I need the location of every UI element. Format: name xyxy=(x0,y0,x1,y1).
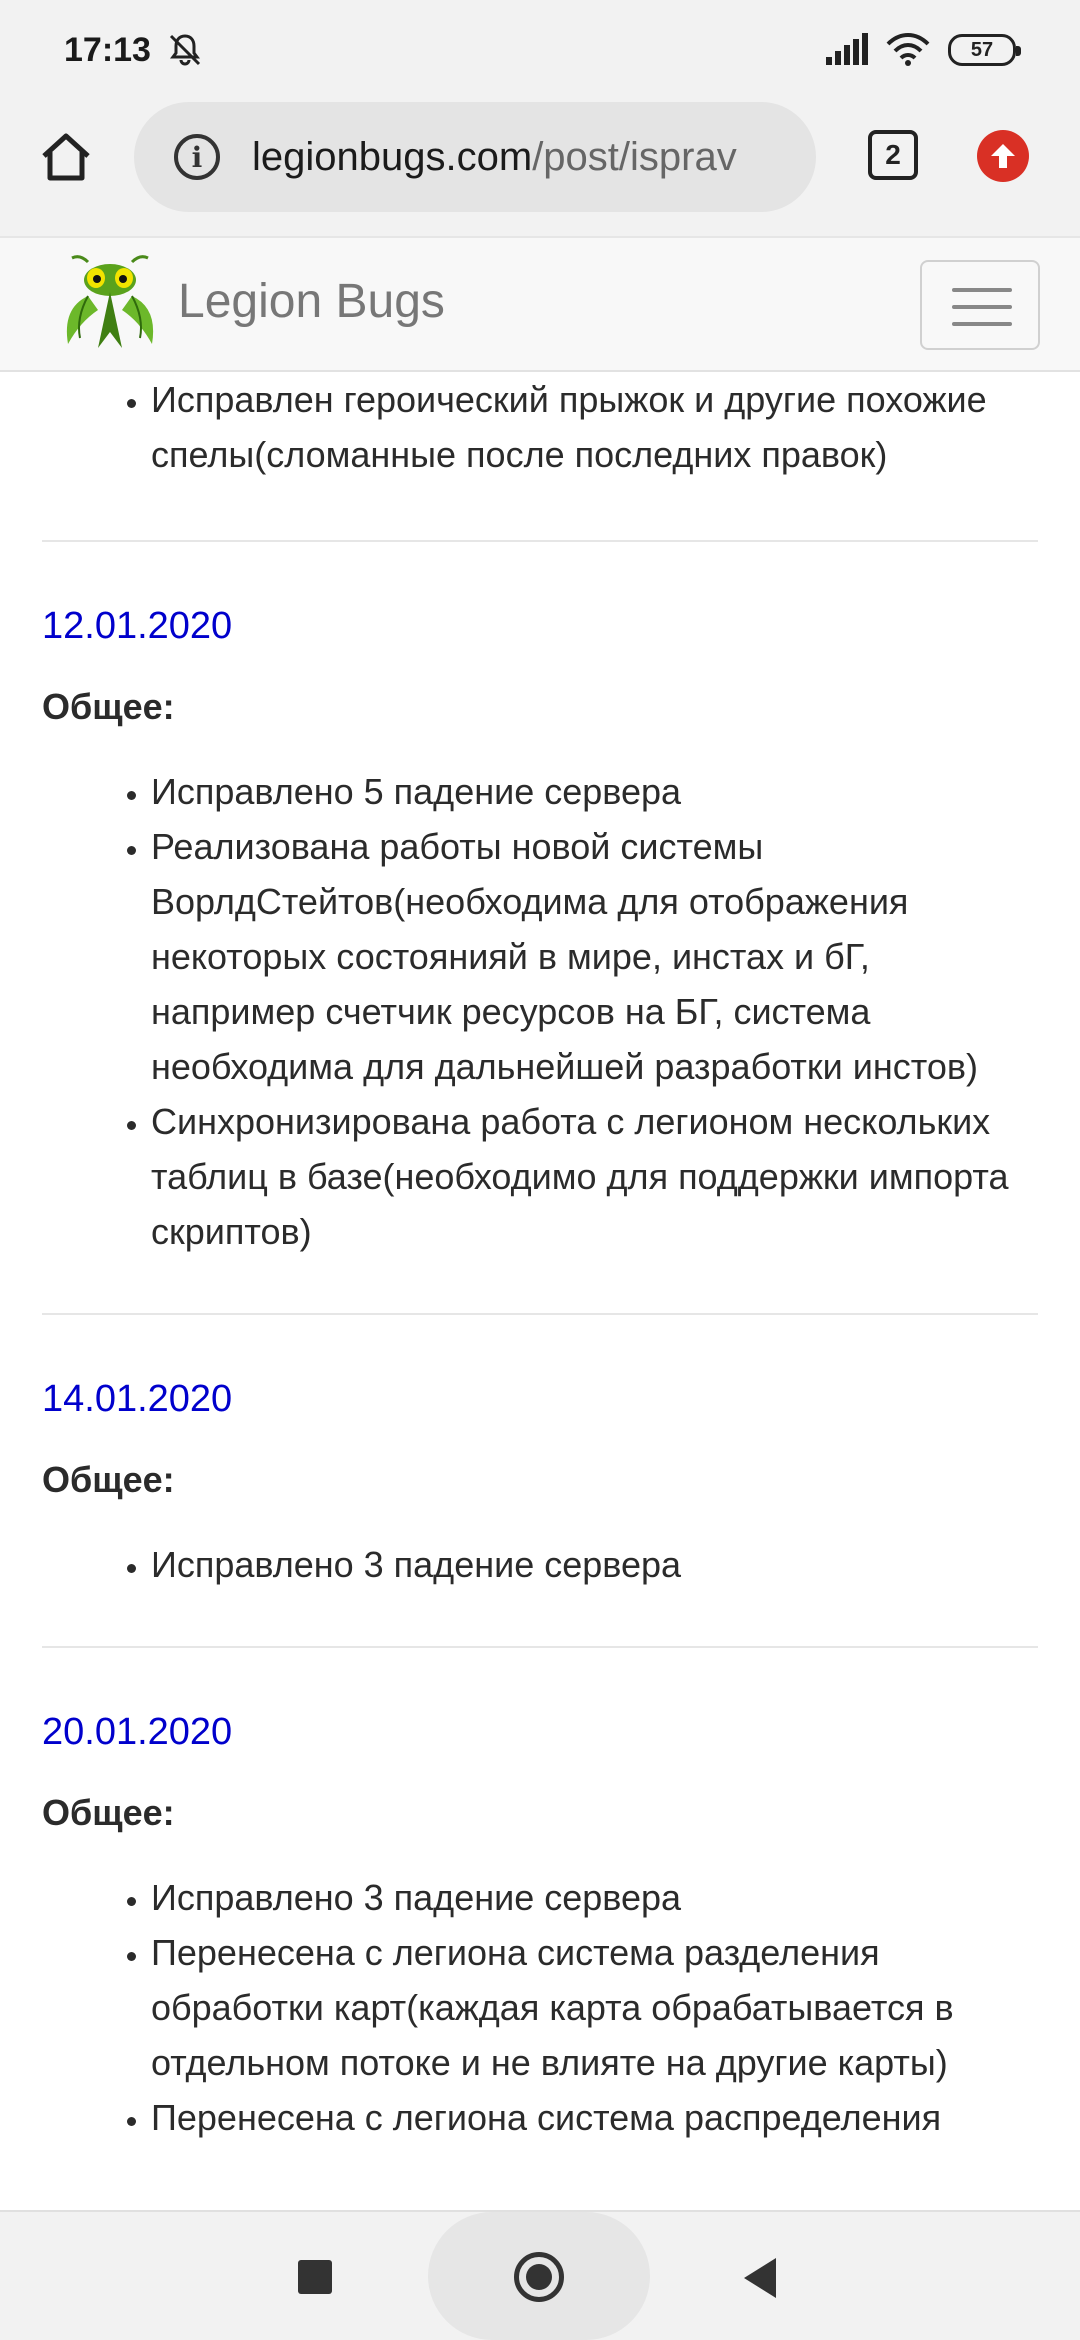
status-icons: 57 xyxy=(824,32,1021,68)
entry-section-title: Общее: xyxy=(42,686,175,727)
menu-bar xyxy=(952,288,1012,292)
list-item: Исправлено 3 падение сервера xyxy=(151,1870,1038,1925)
list-item: Перенесена с легиона система распределен… xyxy=(151,2090,1038,2145)
browser-toolbar: i legionbugs.com/post/isprav 2 xyxy=(0,100,1080,236)
entry-date: 20.01.2020 xyxy=(42,1711,233,1753)
changelog-entry: 20.01.2020 Общее: Исправлено 3 падение с… xyxy=(42,1706,1038,2199)
entry-items: Исправлен героический прыжок и другие по… xyxy=(42,372,1038,482)
home-circle-icon[interactable] xyxy=(514,2252,564,2302)
home-icon[interactable] xyxy=(38,128,94,184)
entry-section-title: Общее: xyxy=(42,1459,175,1500)
battery-level: 57 xyxy=(970,38,994,61)
address-bar[interactable]: i legionbugs.com/post/isprav xyxy=(134,102,816,212)
entry-section-title: Общее: xyxy=(42,1792,175,1833)
list-item: Исправлен героический прыжок и другие по… xyxy=(151,372,1038,482)
menu-bar xyxy=(952,305,1012,309)
changelog-entry: 12.01.2020 Общее: Исправлено 5 падение с… xyxy=(42,600,1038,1315)
back-triangle-icon[interactable] xyxy=(740,2256,780,2300)
status-bar: 17:13 57 xyxy=(0,0,1080,100)
hamburger-menu-icon[interactable] xyxy=(920,260,1040,350)
list-item: Синхронизирована работа с легионом неско… xyxy=(151,1094,1038,1259)
list-item: Перенесена с легиона система разделения … xyxy=(151,1925,1038,2090)
url-domain: legionbugs.com xyxy=(252,134,533,179)
entry-items: Исправлено 5 падение сервера Реализована… xyxy=(42,764,1038,1313)
changelog-content: Исправлен героический прыжок и другие по… xyxy=(0,372,1080,2210)
tabs-icon[interactable]: 2 xyxy=(868,130,918,180)
entry-items: Исправлено 3 падение сервера xyxy=(42,1537,1038,1646)
changelog-entry: 14.01.2020 Общее: Исправлено 3 падение с… xyxy=(42,1373,1038,1648)
entry-date: 14.01.2020 xyxy=(42,1378,233,1420)
system-nav-bar xyxy=(0,2210,1080,2340)
update-icon[interactable] xyxy=(977,130,1029,182)
arrow-up-icon xyxy=(991,144,1015,168)
status-time: 17:13 xyxy=(64,30,151,69)
mantis-logo[interactable] xyxy=(58,252,162,356)
url-text[interactable]: legionbugs.com/post/isprav xyxy=(252,135,737,180)
info-icon[interactable]: i xyxy=(174,134,220,180)
url-path: /post/isprav xyxy=(532,134,737,179)
tab-count: 2 xyxy=(885,139,901,170)
signal-icon xyxy=(826,33,868,65)
entry-date: 12.01.2020 xyxy=(42,605,233,647)
list-item: Исправлено 3 падение сервера xyxy=(151,1537,1038,1592)
recents-square-icon[interactable] xyxy=(298,2260,332,2294)
entry-items: Исправлено 3 падение сервера Перенесена … xyxy=(42,1870,1038,2199)
battery-icon: 57 xyxy=(948,34,1021,66)
mute-bell-icon xyxy=(169,34,201,66)
changelog-entry: Исправлен героический прыжок и другие по… xyxy=(42,372,1038,542)
list-item: Реализована работы новой системы ВорлдСт… xyxy=(151,819,1038,1094)
wifi-icon xyxy=(886,33,930,66)
site-brand[interactable]: Legion Bugs xyxy=(178,274,445,329)
list-item: Исправлено 5 падение сервера xyxy=(151,764,1038,819)
menu-bar xyxy=(952,322,1012,326)
site-navbar: Legion Bugs xyxy=(0,236,1080,372)
